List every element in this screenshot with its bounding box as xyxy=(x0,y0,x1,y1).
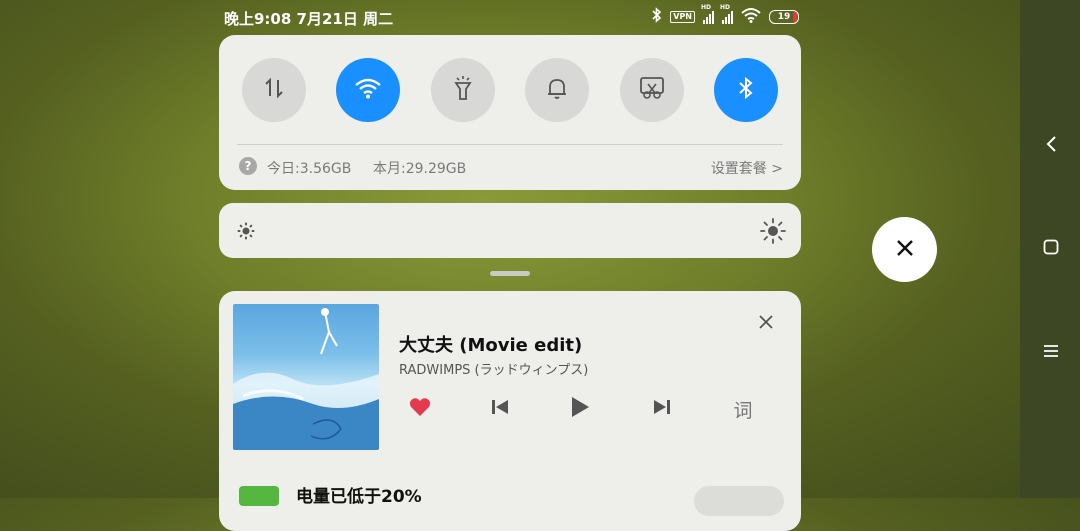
play-button[interactable] xyxy=(565,395,595,423)
set-plan-link[interactable]: 设置套餐 > xyxy=(711,158,783,178)
bluetooth-toggle[interactable] xyxy=(714,58,778,122)
close-icon xyxy=(895,238,915,262)
data-month: 本月:29.29GB xyxy=(373,161,467,177)
screenshot-toggle[interactable] xyxy=(620,58,684,122)
battery-icon: 19 xyxy=(769,10,799,24)
bluetooth-icon xyxy=(737,76,755,104)
data-usage-row: ? 今日:3.56GB 本月:29.29GB 设置套餐 > xyxy=(239,157,783,179)
status-bar: 晚上9:08 7月21日 周二 VPN HD HD 19 xyxy=(224,4,799,28)
mobile-data-toggle[interactable] xyxy=(242,58,306,122)
play-icon xyxy=(570,396,590,422)
back-icon xyxy=(1045,135,1057,157)
vpn-badge: VPN xyxy=(670,11,695,23)
quick-settings-panel: ? 今日:3.56GB 本月:29.29GB 设置套餐 > xyxy=(219,35,801,190)
home-icon xyxy=(1043,239,1059,259)
battery-notification-icon xyxy=(239,486,279,506)
close-icon xyxy=(758,314,774,334)
wifi-icon xyxy=(354,77,382,103)
previous-icon xyxy=(491,398,509,420)
flashlight-icon xyxy=(451,75,475,105)
nav-home-button[interactable] xyxy=(1040,238,1062,260)
media-close-button[interactable] xyxy=(755,313,777,335)
nav-menu-button[interactable] xyxy=(1040,341,1062,363)
song-artist: RADWIMPS (ラッドウィンプス) xyxy=(399,363,589,378)
brightness-high-icon xyxy=(760,218,786,248)
signal-2-icon: HD xyxy=(720,4,733,24)
data-today: 今日:3.56GB xyxy=(267,161,352,177)
status-time: 晚上9:08 7月21日 周二 xyxy=(224,10,394,28)
previous-button[interactable] xyxy=(485,395,515,423)
screenshot-icon xyxy=(639,75,665,105)
brightness-low-icon xyxy=(236,221,256,245)
wifi-status-icon xyxy=(741,7,761,27)
song-title: 大丈夫 (Movie edit) xyxy=(399,335,583,356)
close-button[interactable] xyxy=(872,217,937,282)
nav-back-button[interactable] xyxy=(1040,135,1062,157)
heart-icon xyxy=(409,397,431,421)
bluetooth-status-icon xyxy=(652,7,662,27)
next-button[interactable] xyxy=(647,395,677,423)
like-button[interactable] xyxy=(405,395,435,423)
hd-label-2: HD xyxy=(720,4,731,11)
signal-1-icon: HD xyxy=(701,4,714,24)
status-icons: VPN HD HD 19 xyxy=(652,4,799,28)
sound-toggle[interactable] xyxy=(525,58,589,122)
menu-icon xyxy=(1043,343,1059,362)
wifi-toggle[interactable] xyxy=(336,58,400,122)
next-icon xyxy=(653,398,671,420)
divider xyxy=(237,144,783,145)
notification-text: 电量已低于20% xyxy=(296,487,422,507)
mobile-data-icon xyxy=(262,76,286,104)
battery-level: 19 xyxy=(777,12,791,22)
drag-handle[interactable] xyxy=(490,271,530,276)
flashlight-toggle[interactable] xyxy=(431,58,495,122)
bell-icon xyxy=(545,75,569,105)
notification-action-button[interactable] xyxy=(694,486,784,516)
hd-label: HD xyxy=(701,4,712,11)
help-icon[interactable]: ? xyxy=(239,157,257,175)
album-art[interactable] xyxy=(233,304,379,450)
brightness-slider[interactable] xyxy=(219,203,801,258)
lyrics-button[interactable]: 词 xyxy=(728,395,758,423)
